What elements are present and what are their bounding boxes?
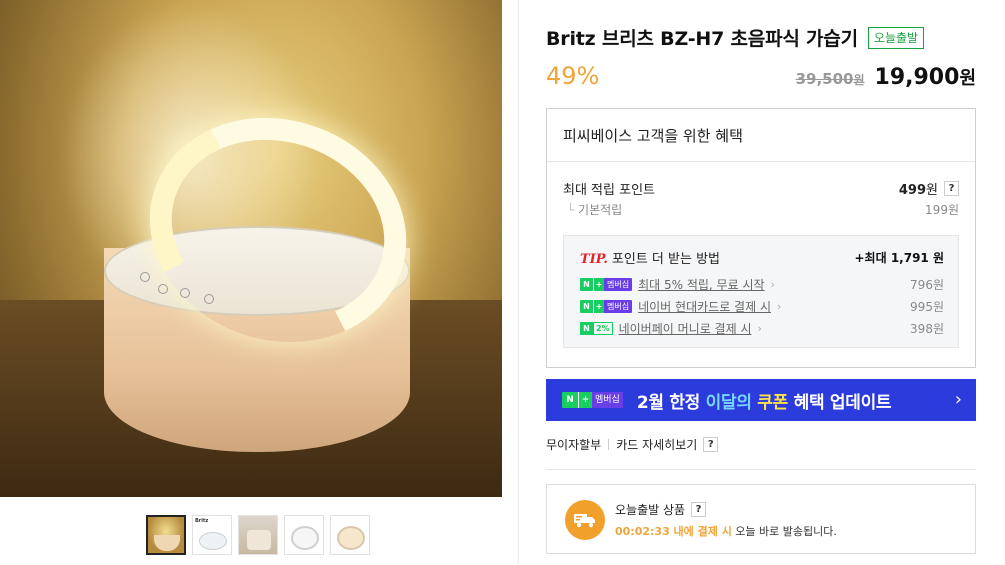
chevron-right-icon: ›: [770, 278, 775, 291]
shipping-help-icon[interactable]: ?: [691, 502, 707, 517]
tip-title: 포인트 더 받는 방법: [611, 252, 720, 267]
benefit-panel: 피씨베이스 고객을 위한 혜택 최대 적립 포인트 499원 ? └ 기본적립 …: [546, 108, 976, 368]
product-title-row: Britz 브리츠 BZ-H7 초음파식 가습기 오늘출발: [546, 24, 925, 51]
thumbnail-strip: Britz: [146, 515, 370, 555]
base-points-label: 기본적립: [578, 203, 623, 217]
shipping-description: 00:02:33 내에 결제 시 오늘 바로 발송됩니다.: [615, 525, 837, 538]
thumbnail-2[interactable]: Britz: [192, 515, 232, 555]
image-control-dot: [140, 272, 150, 282]
thumb-brand-text: Britz: [195, 518, 209, 524]
discount-rate: 49%: [546, 62, 600, 90]
column-divider: [518, 0, 519, 565]
max-points-value: 499원: [898, 183, 938, 198]
benefit-heading: 피씨베이스 고객을 위한 혜택: [547, 109, 975, 162]
link-separator: [608, 439, 610, 450]
max-points-label: 최대 적립 포인트: [563, 183, 655, 198]
thumbnail-5[interactable]: [330, 515, 370, 555]
today-shipping-badge: 오늘출발: [867, 26, 925, 49]
tip-row-npay-money[interactable]: N 2% 네이버페이 머니로 결제 시 › 398원: [580, 320, 944, 337]
tip-row-value: 398원: [910, 322, 944, 336]
tip-box: TIP. 포인트 더 받는 방법 +최대 1,791 원 N + 멤버십 최대 5% …: [563, 235, 959, 348]
tip-row-card[interactable]: N + 멤버십 네이버 현대카드로 결제 시 › 995원: [580, 298, 944, 315]
tip-header: TIP. 포인트 더 받는 방법 +최대 1,791 원: [580, 248, 944, 267]
price-row: 49% 39,500원 19,900원: [546, 60, 976, 96]
naver-plus-membership-icon: N + 멤버십: [580, 300, 633, 313]
base-points-value: 199원: [925, 203, 959, 217]
chevron-right-icon: ›: [954, 389, 962, 410]
tip-row-membership[interactable]: N + 멤버십 최대 5% 적립, 무료 시작 › 796원: [580, 276, 944, 293]
chevron-right-icon: ›: [776, 300, 782, 313]
section-divider: [546, 469, 976, 470]
thumbnail-4[interactable]: [284, 515, 324, 555]
delivery-truck-icon: [565, 500, 605, 540]
sale-price: 19,900원: [874, 65, 976, 90]
tip-row-value: 796원: [910, 278, 944, 292]
shipping-title: 오늘출발 상품: [615, 503, 686, 517]
tip-row-text[interactable]: 최대 5% 적립, 무료 시작: [638, 276, 764, 293]
tip-row-value: 995원: [910, 300, 944, 314]
card-help-icon[interactable]: ?: [703, 437, 719, 452]
banner-text: 2월 한정 이달의 쿠폰 혜택 업데이트: [636, 392, 892, 413]
shipping-countdown: 00:02:33 내에 결제 시: [615, 525, 732, 538]
naver-pay-2-percent-icon: N 2%: [580, 322, 613, 335]
payment-links: 무이자할부 카드 자세히보기 ?: [546, 436, 719, 453]
tip-row-text[interactable]: 네이버 현대카드로 결제 시: [638, 298, 771, 315]
monthly-coupon-banner[interactable]: N + 멤버십 2월 한정 이달의 쿠폰 혜택 업데이트 ›: [546, 379, 976, 421]
original-price: 39,500원: [795, 70, 865, 88]
tip-max-total: +최대 1,791 원: [854, 251, 945, 265]
thumbnail-3[interactable]: [238, 515, 278, 555]
image-control-dot: [158, 284, 168, 294]
product-main-image: [0, 0, 502, 497]
card-detail-link[interactable]: 카드 자세히보기: [616, 436, 697, 453]
naver-plus-membership-icon: N + 멤버십: [580, 278, 633, 291]
chevron-right-icon: ›: [757, 322, 762, 335]
image-control-dot: [180, 288, 190, 298]
tree-branch-icon: └: [567, 203, 579, 217]
base-points-row: └ 기본적립 199원: [563, 201, 959, 218]
shipping-info-box: 오늘출발 상품 ? 00:02:33 내에 결제 시 오늘 바로 발송됩니다.: [546, 484, 976, 554]
max-points-help-icon[interactable]: ?: [944, 181, 959, 196]
tip-label: TIP.: [580, 252, 608, 267]
product-title: Britz 브리츠 BZ-H7 초음파식 가습기: [546, 28, 858, 50]
naver-plus-membership-icon: N + 멤버십: [562, 392, 623, 408]
installment-link[interactable]: 무이자할부: [546, 436, 601, 453]
image-control-dot: [204, 294, 214, 304]
thumbnail-1[interactable]: [146, 515, 186, 555]
max-points-row: 최대 적립 포인트 499원 ?: [563, 179, 959, 198]
tip-row-text[interactable]: 네이버페이 머니로 결제 시: [619, 320, 752, 337]
